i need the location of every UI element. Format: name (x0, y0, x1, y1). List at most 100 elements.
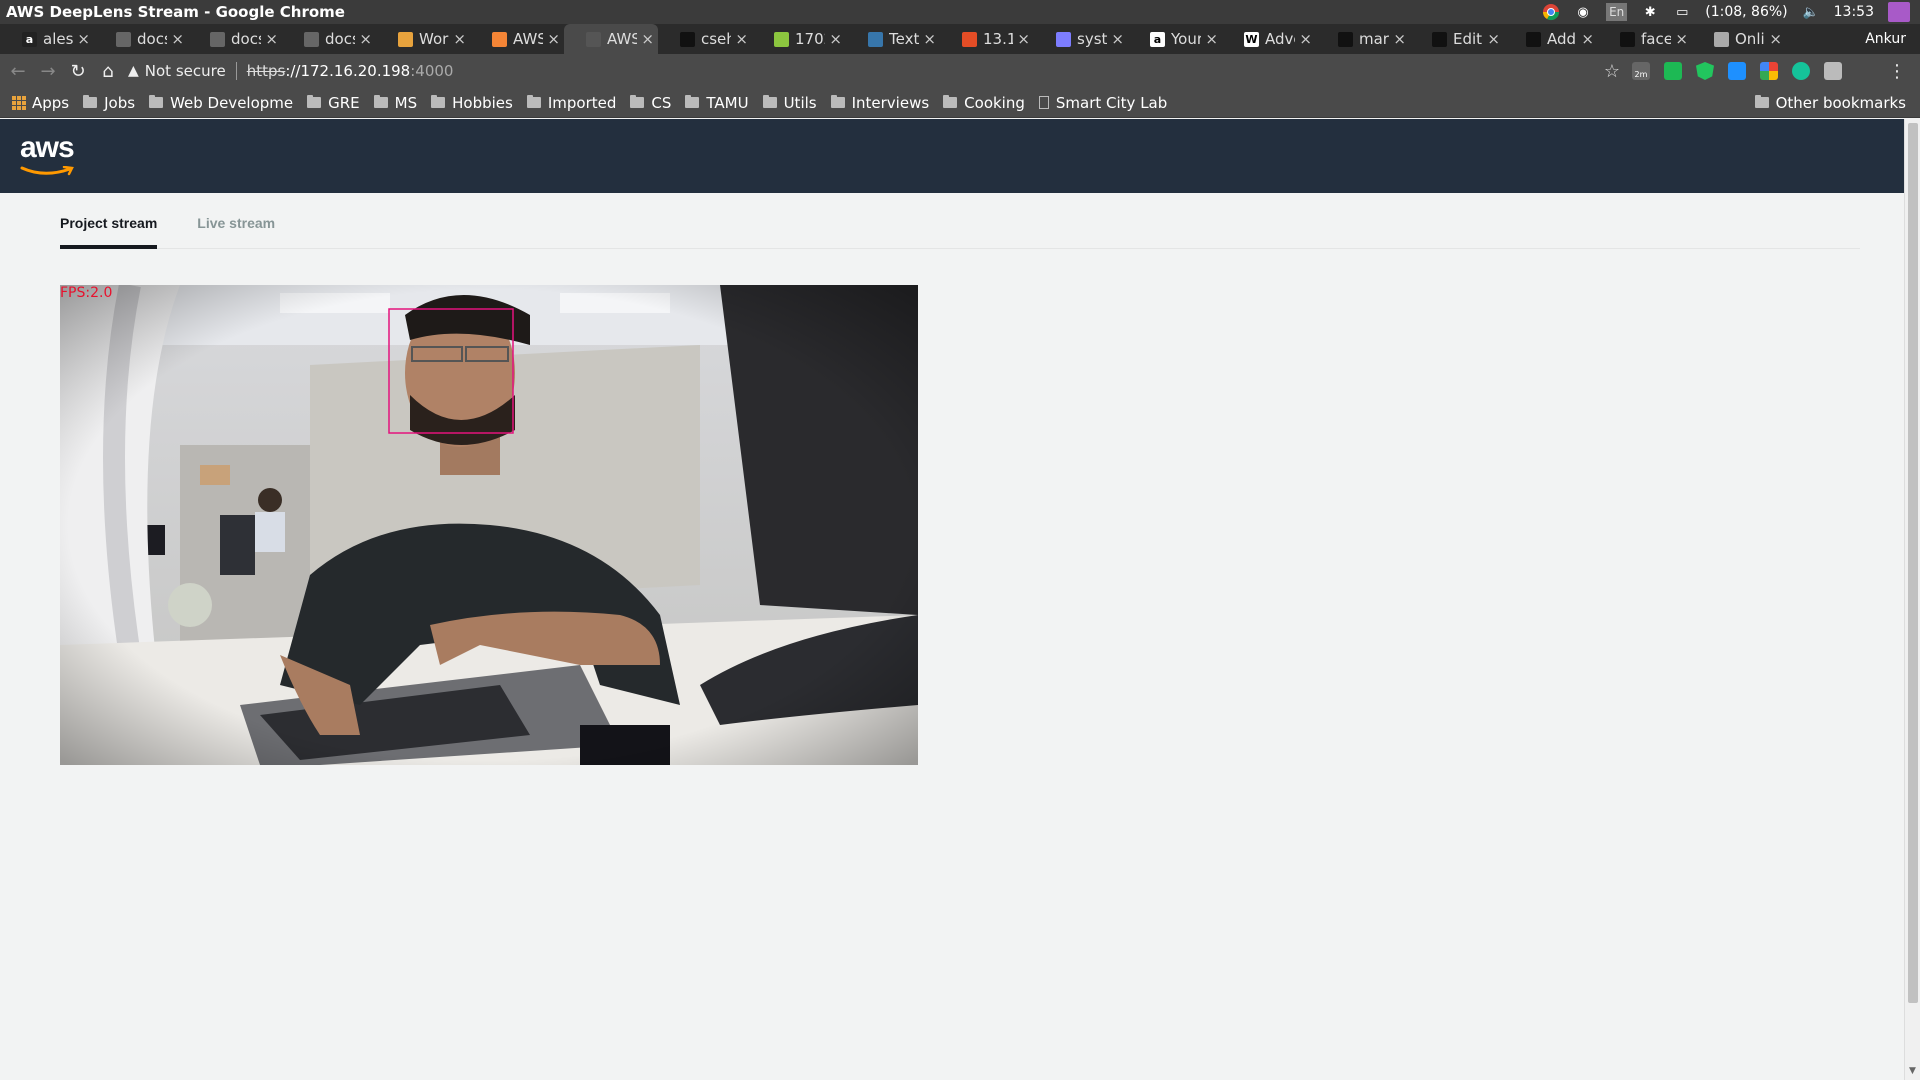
close-tab-icon[interactable]: × (829, 30, 842, 48)
bookmark-folder[interactable]: MS (373, 93, 418, 112)
tab-project-stream[interactable]: Project stream (60, 205, 158, 249)
bookmark-star-icon[interactable]: ☆ (1604, 61, 1620, 82)
grammarly-icon[interactable] (1792, 62, 1810, 80)
close-tab-icon[interactable]: × (453, 30, 466, 48)
os-indicators: ◉ En ✱ ▭ (1:08, 86%) 🔈 13:53 (1542, 2, 1920, 22)
cast-icon[interactable] (1856, 62, 1874, 80)
close-tab-icon[interactable]: × (265, 30, 278, 48)
browser-tab[interactable]: AWS × (470, 24, 564, 54)
browser-tab[interactable]: face × (1598, 24, 1692, 54)
close-tab-icon[interactable]: × (1111, 30, 1124, 48)
smiley-icon (774, 31, 789, 47)
close-tab-icon[interactable]: × (1205, 30, 1218, 48)
bookmark-label: Cooking (964, 93, 1025, 112)
bookmark-apps[interactable]: Apps (12, 94, 69, 112)
folder-icon (685, 95, 700, 108)
bookmark-folder[interactable]: TAMU (685, 94, 749, 112)
close-tab-icon[interactable]: × (1017, 30, 1030, 48)
browser-tab[interactable]: syste× (1034, 24, 1128, 54)
extension-blue-icon[interactable] (1728, 62, 1746, 80)
menu-icon[interactable]: ⋮ (1888, 61, 1906, 82)
browser-tab[interactable]: a Your × (1128, 24, 1222, 54)
close-tab-icon[interactable]: × (641, 30, 654, 48)
browser-tab[interactable]: Onlir× (1692, 24, 1786, 54)
bookmark-folder[interactable]: Imported (526, 94, 616, 112)
bookmark-folder[interactable]: CS (630, 94, 671, 112)
browser-tab[interactable]: docs.× (94, 24, 188, 54)
browser-tab[interactable]: docs.× (188, 24, 282, 54)
bookmark-label: MS (394, 93, 418, 112)
tab-title: docs. (137, 30, 167, 48)
bookmark-folder[interactable]: Utils (762, 94, 817, 112)
tab-live-stream[interactable]: Live stream (197, 205, 275, 249)
page-content: aws Project stream Live stream FPS:2.0 (0, 119, 1904, 1080)
bookmark-folder[interactable]: Hobbies (431, 94, 513, 112)
keyboard-layout[interactable]: En (1606, 3, 1628, 21)
address-bar[interactable]: ▲ Not secure https://172.16.20.198:4000 (128, 57, 1604, 85)
close-tab-icon[interactable]: × (77, 30, 90, 48)
home-icon[interactable]: ⌂ (96, 59, 120, 83)
bookmark-folder[interactable]: Interviews (830, 94, 929, 112)
session-menu-icon[interactable] (1888, 2, 1910, 22)
bookmark-smart-city-lab[interactable]: Smart City Lab (1038, 94, 1167, 112)
scrollbar-thumb[interactable] (1908, 123, 1918, 1003)
close-tab-icon[interactable]: × (1393, 30, 1406, 48)
url-port[interactable]: :4000 (410, 62, 453, 80)
browser-tab[interactable]: 1702× (752, 24, 846, 54)
folder-icon (830, 95, 845, 108)
battery-status[interactable]: (1:08, 86%) (1705, 4, 1787, 20)
aws-logo[interactable]: aws (20, 133, 80, 176)
url-scheme[interactable]: https (247, 62, 286, 80)
bookmark-folder[interactable]: Jobs (83, 94, 135, 112)
back-icon[interactable]: ← (6, 59, 30, 83)
other-bookmarks[interactable]: Other bookmarks (1754, 94, 1906, 112)
browser-tab[interactable]: cseh × (658, 24, 752, 54)
shield-icon[interactable] (1696, 62, 1714, 80)
close-tab-icon[interactable]: × (735, 30, 748, 48)
close-tab-icon[interactable]: × (171, 30, 184, 48)
scroll-down-icon[interactable]: ▼ (1909, 1066, 1916, 1076)
extension-green-icon[interactable] (1664, 62, 1682, 80)
bookmark-folder[interactable]: Web Developme (149, 94, 293, 112)
extension-gray-icon[interactable] (1824, 62, 1842, 80)
browser-tab[interactable]: Addi × (1504, 24, 1598, 54)
reload-icon[interactable]: ↻ (66, 59, 90, 83)
browser-tab[interactable]: 13.10× (940, 24, 1034, 54)
extension-color-icon[interactable] (1760, 62, 1778, 80)
clock[interactable]: 13:53 (1834, 4, 1874, 20)
warning-icon[interactable]: ▲ (128, 63, 139, 79)
bluetooth-icon[interactable]: ✱ (1641, 3, 1659, 21)
browser-tab[interactable]: AWS × (564, 24, 658, 54)
extension-timer-icon[interactable]: 2m (1632, 62, 1650, 80)
bookmark-label: Apps (32, 93, 70, 112)
browser-tab[interactable]: mark× (1316, 24, 1410, 54)
url-host[interactable]: ://172.16.20.198 (285, 62, 410, 80)
close-tab-icon[interactable]: × (359, 30, 372, 48)
close-tab-icon[interactable]: × (1675, 30, 1688, 48)
bookmark-folder[interactable]: Cooking (943, 94, 1025, 112)
chrome-icon[interactable] (1542, 3, 1560, 21)
browser-tab[interactable]: Work× (376, 24, 470, 54)
page-scrollbar[interactable]: ▼ (1904, 119, 1920, 1080)
askubuntu-icon (962, 31, 977, 47)
browser-tab[interactable]: Editi × (1410, 24, 1504, 54)
profile-name[interactable]: Ankur (1865, 31, 1920, 47)
close-tab-icon[interactable]: × (923, 30, 936, 48)
wifi-icon[interactable]: ◉ (1574, 3, 1592, 21)
close-tab-icon[interactable]: × (1769, 30, 1782, 48)
security-label[interactable]: Not secure (145, 62, 226, 80)
volume-icon[interactable]: 🔈 (1802, 3, 1820, 21)
battery-icon[interactable]: ▭ (1673, 3, 1691, 21)
close-tab-icon[interactable]: × (1299, 30, 1312, 48)
close-tab-icon[interactable]: × (547, 30, 560, 48)
bookmark-folder[interactable]: GRE (307, 94, 360, 112)
browser-toolbar: ← → ↻ ⌂ ▲ Not secure https://172.16.20.1… (0, 54, 1920, 88)
tab-title: face (1641, 30, 1672, 48)
forward-icon[interactable]: → (36, 59, 60, 83)
browser-tab[interactable]: docs.× (282, 24, 376, 54)
browser-tab[interactable]: aalest× (0, 24, 94, 54)
close-tab-icon[interactable]: × (1581, 30, 1594, 48)
close-tab-icon[interactable]: × (1487, 30, 1500, 48)
browser-tab[interactable]: Text × (846, 24, 940, 54)
browser-tab[interactable]: W Adve× (1222, 24, 1316, 54)
